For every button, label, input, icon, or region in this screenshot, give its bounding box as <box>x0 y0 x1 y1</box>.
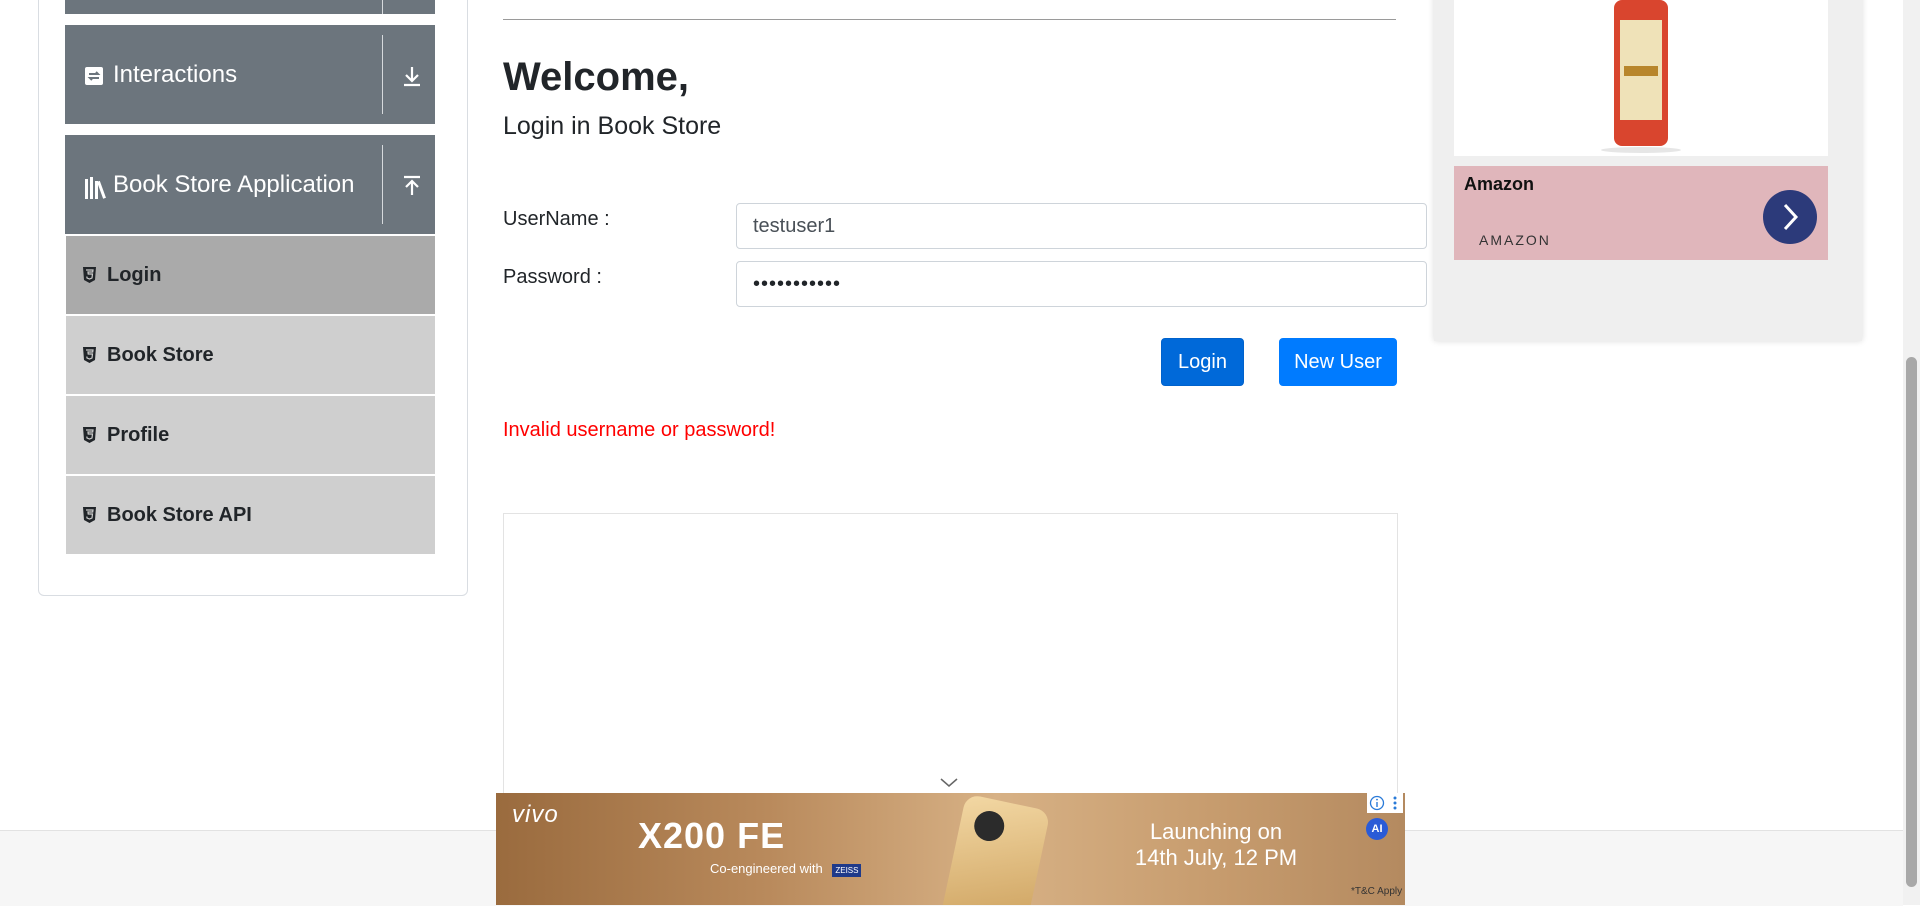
sidebar-item-label: Book Store API <box>107 504 252 526</box>
sidebar-item-label: Login <box>107 264 162 286</box>
group-header-interactions[interactable]: Interactions <box>65 25 435 124</box>
ad-banner[interactable]: Amazon AMAZON <box>1454 166 1828 260</box>
embedded-frame <box>503 513 1398 795</box>
new-user-button[interactable]: New User <box>1279 338 1397 386</box>
password-input[interactable]: ••••••••••• <box>736 261 1427 307</box>
ai-badge: AI <box>1366 818 1388 840</box>
username-input[interactable]: testuser1 <box>736 203 1427 249</box>
ad-tagline-text: Co-engineered with <box>710 861 823 876</box>
ad-terms: *T&C Apply <box>1351 886 1403 897</box>
html5-icon <box>83 346 96 369</box>
ad-product-image[interactable] <box>1454 0 1828 156</box>
group-divider <box>382 0 383 14</box>
page-subtitle: Login in Book Store <box>503 112 722 140</box>
more-options-icon[interactable] <box>1389 795 1401 816</box>
sidebar-item-label: Book Store <box>107 344 214 366</box>
group-title-book-store-application: Book Store Application <box>113 171 355 198</box>
group-divider <box>382 145 383 224</box>
phone-image <box>937 793 1051 905</box>
sidebar-item-label: Profile <box>107 424 170 446</box>
login-button[interactable]: Login <box>1161 338 1244 386</box>
zeiss-logo: ZEISS <box>832 864 862 877</box>
sidebar-item-book-store[interactable]: Book Store <box>66 316 435 394</box>
error-message: Invalid username or password! <box>503 419 776 441</box>
sidebar-item-book-store-api[interactable]: Book Store API <box>66 476 435 554</box>
sidebar-item-login[interactable]: Login <box>66 236 435 314</box>
bottom-advertisement[interactable]: vivo X200 FE Co-engineered with ZEISS La… <box>496 793 1405 905</box>
ad-launch-text: Launching on 14th July, 12 PM <box>1126 819 1306 871</box>
html5-icon <box>83 506 96 529</box>
username-label: UserName : <box>503 208 610 230</box>
page-title: Welcome, <box>503 55 689 99</box>
scrollbar-thumb[interactable] <box>1906 357 1917 887</box>
ad-advertiser: Amazon <box>1464 174 1535 194</box>
interactions-icon <box>85 67 103 90</box>
oil-bottle-image <box>1601 0 1681 153</box>
group-divider <box>382 35 383 114</box>
password-label: Password : <box>503 266 602 288</box>
ad-launch-line1: Launching on <box>1149 819 1283 844</box>
html5-icon <box>83 426 96 449</box>
sidebar-item-profile[interactable]: Profile <box>66 396 435 474</box>
info-icon[interactable] <box>1369 795 1385 816</box>
ad-info-controls[interactable] <box>1367 793 1403 813</box>
group-header-top-clipped[interactable] <box>65 0 435 14</box>
chevron-down-icon[interactable] <box>939 776 959 794</box>
ad-brand: vivo <box>512 801 559 828</box>
html5-icon <box>83 266 96 289</box>
ad-domain: AMAZON <box>1479 232 1551 248</box>
chevron-down-icon[interactable] <box>402 65 422 92</box>
chevron-right-icon[interactable] <box>1763 190 1817 244</box>
ad-launch-line2: 14th July, 12 PM <box>1134 845 1298 870</box>
ad-model: X200 FE <box>638 815 786 856</box>
books-icon <box>85 177 109 204</box>
group-title-interactions: Interactions <box>113 61 238 88</box>
chevron-up-icon[interactable] <box>402 175 422 202</box>
group-header-book-store-application[interactable]: Book Store Application <box>65 135 435 234</box>
divider <box>503 19 1396 20</box>
side-advertisement[interactable]: Amazon AMAZON <box>1434 0 1862 341</box>
ad-tagline: Co-engineered with ZEISS <box>710 861 862 877</box>
